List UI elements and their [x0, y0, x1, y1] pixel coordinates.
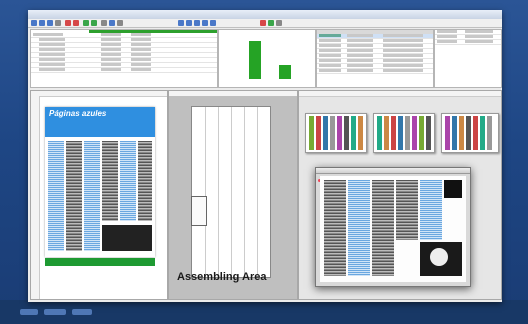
text-column [420, 180, 442, 240]
print-icon[interactable] [55, 20, 61, 26]
ad-logo [430, 248, 448, 266]
horizontal-ruler [31, 91, 167, 97]
page-layout-pane[interactable]: Páginas azules [30, 90, 168, 300]
open-icon[interactable] [39, 20, 45, 26]
text-column [372, 180, 394, 276]
assembling-area-label: Assembling Area [177, 271, 267, 283]
toolbar-button[interactable] [210, 20, 216, 26]
page-thumbnail[interactable] [305, 113, 367, 153]
chart-bar [249, 41, 261, 79]
chart-legend [225, 81, 309, 86]
ad-column [84, 141, 100, 251]
chart-bar [279, 65, 291, 79]
vertical-ruler [31, 96, 40, 299]
text-column [324, 180, 346, 276]
redo-icon[interactable] [73, 20, 79, 26]
page-count-chart-panel [218, 29, 316, 88]
chart-icon[interactable] [109, 20, 115, 26]
ad-column [138, 141, 152, 221]
taskbar-button[interactable] [44, 309, 66, 315]
newspaper-page[interactable]: Páginas azules [45, 107, 155, 257]
list-item[interactable] [317, 69, 433, 74]
grid-icon[interactable] [101, 20, 107, 26]
ad-column [48, 141, 64, 251]
display-ad [102, 225, 152, 251]
page-preview-window[interactable] [315, 167, 471, 287]
ad-column [120, 141, 136, 221]
toolbar-button[interactable] [202, 20, 208, 26]
ad-block[interactable] [191, 196, 207, 226]
workspace: Páginas azules Assembling Area [30, 90, 502, 300]
zoom-out-icon[interactable] [91, 20, 97, 26]
zoom-in-icon[interactable] [83, 20, 89, 26]
pane-header [299, 91, 501, 97]
save-icon[interactable] [47, 20, 53, 26]
app-window: Páginas azules Assembling Area [28, 10, 502, 302]
assembly-page[interactable] [191, 106, 271, 278]
window-controls [485, 11, 499, 24]
output-preview-pane[interactable] [298, 90, 502, 300]
sections-list-panel[interactable] [316, 29, 434, 88]
toolbar-button[interactable] [260, 20, 266, 26]
main-toolbar [28, 19, 502, 28]
ad-column [66, 141, 82, 251]
toolbar-button[interactable] [194, 20, 200, 26]
page-thumbnail[interactable] [441, 113, 499, 153]
new-icon[interactable] [31, 20, 37, 26]
settings-icon[interactable] [117, 20, 123, 26]
property-row[interactable] [435, 40, 501, 45]
undo-icon[interactable] [65, 20, 71, 26]
preview-title-bar[interactable] [316, 168, 470, 182]
toolbar-button[interactable] [186, 20, 192, 26]
text-column [396, 180, 418, 240]
toolbar-button[interactable] [268, 20, 274, 26]
text-column [348, 180, 370, 276]
assembling-canvas: Assembling Area [169, 96, 297, 299]
page-status-bar [45, 258, 155, 266]
taskbar-button[interactable] [20, 309, 38, 315]
taskbar [20, 305, 150, 319]
ad-column [102, 141, 118, 221]
assembling-area-pane[interactable]: Assembling Area [168, 90, 298, 300]
page-thumbnail[interactable] [373, 113, 435, 153]
toolbar-button[interactable] [276, 20, 282, 26]
publication-tree-panel[interactable] [30, 29, 218, 88]
properties-panel[interactable] [434, 29, 502, 88]
display-ad [444, 180, 462, 198]
toolbar-button[interactable] [178, 20, 184, 26]
masthead-title: Páginas azules [49, 109, 107, 118]
dashboard-panels [30, 29, 502, 88]
taskbar-button[interactable] [72, 309, 92, 315]
newspaper-preview [320, 176, 466, 282]
table-row[interactable] [31, 68, 217, 73]
page-banner: Páginas azules [45, 107, 155, 137]
